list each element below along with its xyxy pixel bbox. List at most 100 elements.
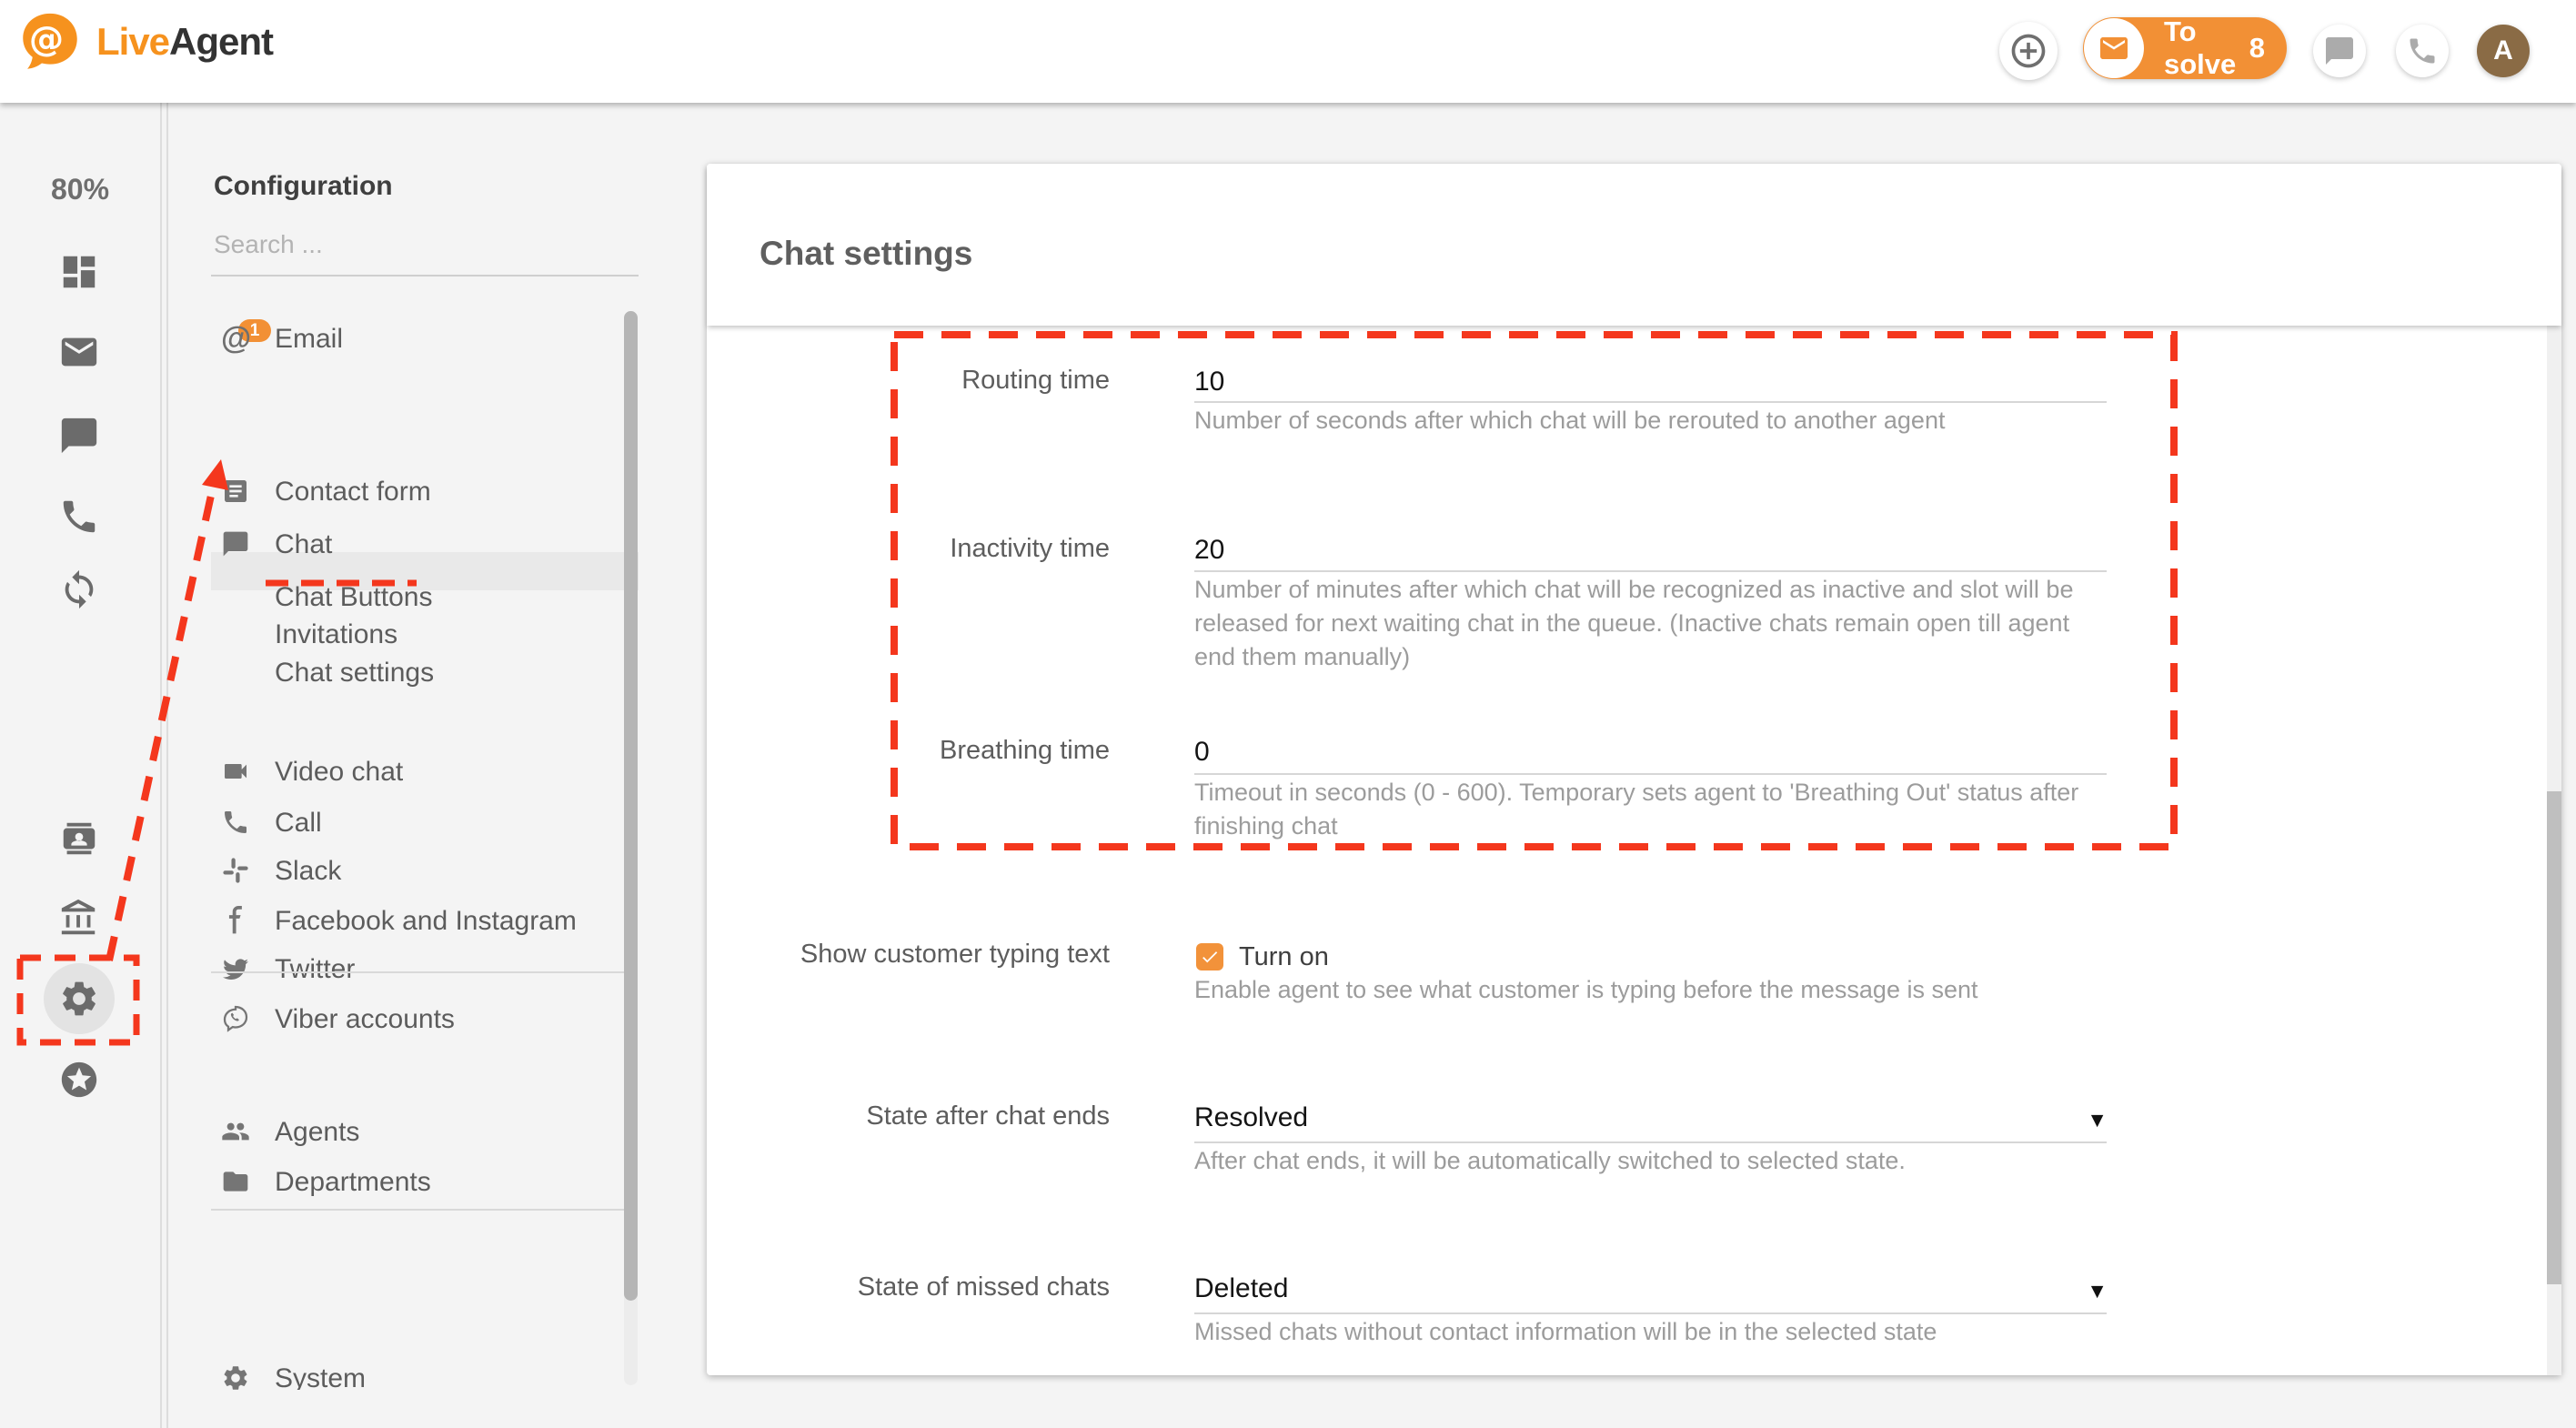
menu-scrollbar-thumb[interactable] [624,311,638,1301]
state-after-chat-help: After chat ends, it will be automaticall… [1194,1144,2113,1178]
to-solve-mail-icon [2084,18,2144,78]
form-icon [221,477,250,506]
avatar-letter: A [2493,35,2513,66]
breathing-time-label: Breathing time [798,736,1110,766]
menu-item-video-chat[interactable]: Video chat [167,752,639,792]
to-solve-label: To solve [2164,15,2249,81]
menu-item-agents[interactable]: Agents [167,1112,639,1152]
menu-item-system[interactable]: System [167,1359,639,1390]
left-icon-rail [0,103,162,1428]
top-bar: @ LiveAgent To solve 8 [0,0,2576,103]
show-typing-help: Enable agent to see what customer is typ… [1194,973,2113,1007]
configuration-panel: Configuration Search ... @ Email Contact… [167,103,639,1390]
menu-divider [211,971,624,973]
state-missed-chats-underline [1194,1312,2107,1314]
svg-text:@: @ [29,19,64,60]
usage-percent: 80% [0,173,160,206]
twitter-icon [221,954,250,983]
liveagent-logo-icon: @ [16,11,84,73]
menu-label: Agents [275,1112,359,1152]
dropdown-caret-icon[interactable]: ▼ [2071,1279,2108,1303]
contacts-icon[interactable] [58,818,100,860]
routing-time-help: Number of seconds after which chat will … [1194,404,2113,437]
inactivity-time-underline [1194,570,2107,572]
chat-bubble-icon [2323,35,2356,67]
at-icon: @ [221,324,250,353]
menu-label: Call [275,803,322,843]
menu-item-facebook-instagram[interactable]: Facebook and Instagram [167,901,639,941]
state-after-chat-underline [1194,1141,2107,1143]
inactivity-time-label: Inactivity time [798,534,1110,564]
menu-label: System [275,1359,366,1390]
liveagent-logo[interactable]: @ LiveAgent [16,11,273,73]
content-scrollbar-thumb[interactable] [2547,791,2561,1284]
menu-label: Email [275,319,343,359]
breathing-time-input[interactable]: 0 [1194,737,1210,768]
menu-label: Departments [275,1162,431,1202]
inactivity-time-input[interactable]: 20 [1194,535,1224,566]
menu-item-twitter[interactable]: Twitter [167,950,639,990]
state-missed-chats-help: Missed chats without contact information… [1194,1315,2113,1349]
breathing-time-help: Timeout in seconds (0 - 600). Temporary … [1194,776,2113,843]
breathing-time-underline [1194,773,2107,775]
call-icon [221,808,250,837]
resolve-loop-icon[interactable] [58,568,100,610]
menu-label: Video chat [275,752,403,792]
state-after-chat-label: State after chat ends [798,1101,1110,1131]
dashboard-icon[interactable] [58,251,100,293]
rewards-star-icon[interactable] [58,1059,100,1101]
menu-item-viber[interactable]: Viber accounts [167,1000,639,1040]
settings-gear-icon[interactable] [58,978,100,1020]
add-button[interactable] [1999,22,2058,80]
videocam-icon [221,757,250,786]
plus-circle-icon [2008,31,2048,71]
menu-label: Chat settings [275,653,434,693]
checkmark-icon [1200,947,1220,967]
menu-divider [211,1209,624,1211]
billing-icon[interactable] [58,898,100,940]
slack-icon [221,856,250,885]
agents-icon [221,1117,250,1146]
menu-item-departments[interactable]: Departments [167,1162,639,1202]
folder-icon [221,1167,250,1196]
menu-item-email[interactable]: @ Email [167,319,639,359]
to-solve-button[interactable]: To solve 8 [2083,17,2287,79]
tickets-icon[interactable] [58,331,100,373]
turn-on-checkbox[interactable] [1196,943,1223,970]
logo-text-agent: Agent [169,20,273,63]
menu-item-call[interactable]: Call [167,803,639,843]
inactivity-time-help: Number of minutes after which chat will … [1194,573,2113,674]
calls-rail-icon[interactable] [58,496,100,538]
chats-rail-icon[interactable] [58,415,100,457]
system-gear-icon [221,1363,250,1390]
show-typing-label: Show customer typing text [798,940,1110,970]
search-underline [211,275,639,277]
menu-label: Twitter [275,950,355,990]
state-missed-chats-select[interactable]: Deleted [1194,1273,1288,1304]
menu-item-contact-form[interactable]: Contact form [167,472,639,512]
phone-icon [2406,35,2439,67]
menu-item-slack[interactable]: Slack [167,851,639,891]
routing-time-underline [1194,401,2107,403]
chat-settings-card: Chat settings Routing time 10 Number of … [707,164,2561,1375]
configuration-title: Configuration [214,171,393,202]
menu-item-chat-settings[interactable]: Chat settings [167,653,639,693]
to-solve-count: 8 [2249,32,2265,65]
dropdown-caret-icon[interactable]: ▼ [2071,1108,2108,1132]
user-avatar[interactable]: A [2477,25,2530,77]
menu-label: Viber accounts [275,1000,455,1040]
liveagent-app: @ LiveAgent To solve 8 [0,0,2576,1428]
chats-button[interactable] [2313,25,2366,77]
menu-label: Facebook and Instagram [275,901,577,941]
routing-time-input[interactable]: 10 [1194,367,1224,397]
menu-item-invitations[interactable]: Invitations [167,615,639,655]
page-title: Chat settings [760,235,972,273]
menu-label: Slack [275,851,341,891]
menu-label: Contact form [275,472,431,512]
state-missed-chats-label: State of missed chats [798,1272,1110,1302]
card-header: Chat settings [707,164,2561,326]
turn-on-label[interactable]: Turn on [1239,942,1329,972]
config-search-input[interactable]: Search ... [214,230,323,259]
calls-button[interactable] [2396,25,2449,77]
state-after-chat-select[interactable]: Resolved [1194,1102,1308,1133]
